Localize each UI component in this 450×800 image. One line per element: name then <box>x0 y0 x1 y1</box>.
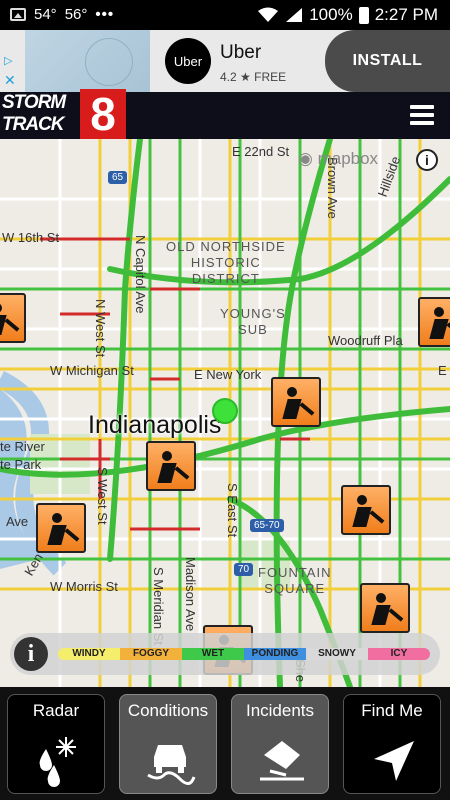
street-label: W 16th St <box>2 230 60 245</box>
construction-incident-icon[interactable] <box>360 583 410 633</box>
street-label: W Michigan St <box>50 363 134 378</box>
tab-radar[interactable]: Radar <box>7 694 105 794</box>
legend-windy: WINDY <box>58 648 120 660</box>
street-label: Madison Ave <box>183 557 198 632</box>
status-bar: 54° 56° ••• 100% 2:27 PM <box>0 0 450 30</box>
interstate-shield: 70 <box>234 563 254 576</box>
legend-bar: WINDY FOGGY WET PONDING SNOWY ICY <box>58 648 430 660</box>
street-label: E New York <box>194 367 262 382</box>
uber-logo: Uber <box>165 38 211 84</box>
temperature-1: 54° <box>34 6 57 23</box>
street-label: E <box>438 363 447 378</box>
tab-conditions[interactable]: Conditions <box>119 694 217 794</box>
city-label: Indianapolis <box>88 411 222 439</box>
ad-banner[interactable]: ▷ ✕ Uber Uber 4.2 ★ FREE INSTALL <box>0 30 450 92</box>
radar-icon <box>39 737 76 787</box>
district-label: FOUNTAIN SQUARE <box>258 565 332 596</box>
construction-incident-icon[interactable] <box>418 297 450 347</box>
street-label: S East St <box>225 483 240 538</box>
mapbox-logo-icon: ◉ <box>298 149 313 168</box>
legend-info-icon[interactable]: i <box>14 637 48 671</box>
ad-brand-name: Uber <box>220 42 262 63</box>
conditions-legend: i WINDY FOGGY WET PONDING SNOWY ICY <box>10 633 440 675</box>
legend-foggy: FOGGY <box>120 648 182 660</box>
storm-track-8-logo: STORM TRACK 8 <box>0 88 126 140</box>
street-label: N Capitol Ave <box>133 235 148 314</box>
street-label: W Morris St <box>50 579 118 594</box>
construction-incident-icon[interactable] <box>271 377 321 427</box>
street-label: Ave <box>6 514 29 529</box>
street-label: S West St <box>95 467 110 525</box>
crash-icon <box>260 741 304 781</box>
district-label: OLD NORTHSIDE HISTORIC DISTRICT <box>166 239 286 286</box>
bottom-nav: Radar Conditions Incidents Find Me <box>0 687 450 800</box>
hamburger-menu-icon[interactable] <box>410 105 434 125</box>
interstate-shield: 65 <box>108 171 128 184</box>
battery-percent: 100% <box>309 5 353 24</box>
legend-ponding: PONDING <box>244 648 306 660</box>
install-button[interactable]: INSTALL <box>325 30 450 92</box>
slippery-road-icon <box>147 745 196 785</box>
tab-incidents[interactable]: Incidents <box>231 694 329 794</box>
construction-incident-icon[interactable] <box>0 293 26 343</box>
ad-rating: 4.2 ★ FREE <box>220 70 287 84</box>
signal-icon <box>286 8 303 22</box>
district-label: YOUNG'S SUB <box>220 306 286 337</box>
mapbox-attribution[interactable]: ◉ mapbox <box>298 149 378 169</box>
map-info-icon[interactable]: i <box>416 149 438 171</box>
ad-choices-icon[interactable]: ▷ <box>4 54 12 67</box>
clock: 2:27 PM <box>374 5 438 24</box>
current-location-marker[interactable] <box>212 398 238 424</box>
ad-close-icon[interactable]: ✕ <box>4 72 16 89</box>
legend-wet: WET <box>182 648 244 660</box>
street-label: Woodruff Pla <box>328 333 403 348</box>
construction-incident-icon[interactable] <box>146 441 196 491</box>
more-notifications-icon: ••• <box>95 6 115 23</box>
temperature-2: 56° <box>64 6 88 23</box>
battery-icon <box>358 6 369 24</box>
park-label: te Park <box>0 457 42 472</box>
construction-incident-icon[interactable] <box>36 503 86 553</box>
street-label: E 22nd St <box>232 144 290 159</box>
park-label: te River <box>0 439 45 454</box>
wifi-icon <box>258 7 279 22</box>
legend-snowy: SNOWY <box>306 648 368 660</box>
street-label: N West St <box>93 299 108 358</box>
traffic-map[interactable]: E 22nd St W 16th St N Capitol Ave OLD NO… <box>0 139 450 687</box>
legend-icy: ICY <box>368 648 430 660</box>
ad-image <box>25 30 150 92</box>
tab-find-me[interactable]: Find Me <box>343 694 441 794</box>
location-arrow-icon <box>374 741 414 781</box>
construction-incident-icon[interactable] <box>341 485 391 535</box>
gallery-notification-icon <box>10 8 26 21</box>
app-header: STORM TRACK 8 <box>0 88 450 140</box>
interstate-shield: 65-70 <box>250 519 284 532</box>
